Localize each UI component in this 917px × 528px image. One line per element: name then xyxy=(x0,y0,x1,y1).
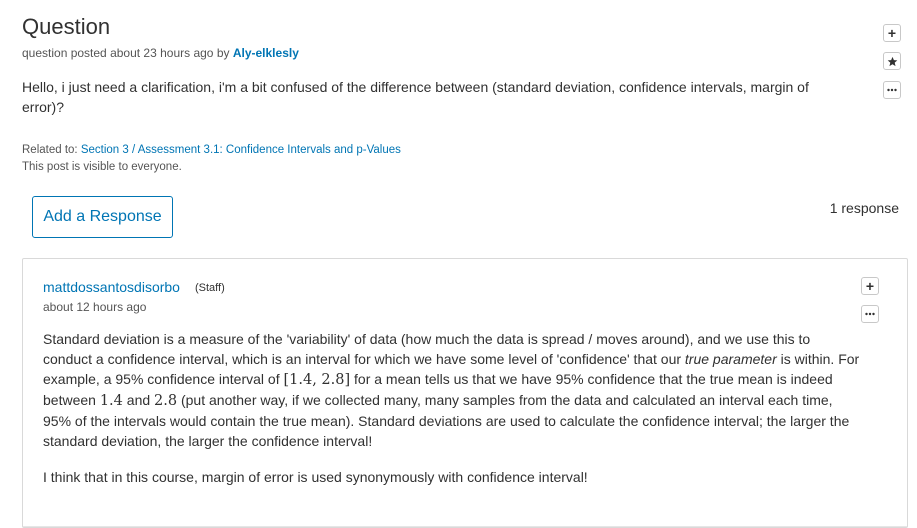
more-icon xyxy=(887,88,897,92)
plus-icon: + xyxy=(887,25,897,41)
favorite-star-button[interactable] xyxy=(883,52,901,70)
more-icon xyxy=(865,312,875,316)
response-more-button[interactable] xyxy=(861,305,879,323)
response-author-role: (Staff) xyxy=(195,282,225,294)
response-card: mattdossantosdisorbo (Staff) about 12 ho… xyxy=(22,258,908,528)
response-paragraph-1: Standard deviation is a measure of the '… xyxy=(43,331,860,449)
question-more-button[interactable] xyxy=(883,81,901,99)
star-icon xyxy=(887,56,897,66)
card-divider xyxy=(23,526,907,527)
math-lower: 1.4 xyxy=(99,393,123,409)
response-author-link[interactable]: mattdossantosdisorbo xyxy=(43,279,180,295)
response-paragraph-2: I think that in this course, margin of e… xyxy=(43,469,588,485)
visibility-note: This post is visible to everyone. xyxy=(22,161,182,173)
question-body: Hello, i just need a clarification, i'm … xyxy=(22,79,809,115)
math-upper: 2.8 xyxy=(154,393,178,409)
related-to: Related to: Section 3 / Assessment 3.1: … xyxy=(22,144,401,156)
question-author-link[interactable]: Aly-elklesly xyxy=(233,46,299,60)
response-body: Standard deviation is a measure of the '… xyxy=(43,329,863,503)
response-count: 1 response xyxy=(829,200,899,216)
related-prefix: Related to: xyxy=(22,144,81,156)
response-plus-button[interactable]: + xyxy=(861,277,879,295)
follow-plus-button[interactable]: + xyxy=(883,24,901,42)
response-timestamp: about 12 hours ago xyxy=(43,300,147,314)
math-interval: [1.4, 2.8] xyxy=(283,372,351,388)
related-section-link[interactable]: Section 3 / Assessment 3.1: Confidence I… xyxy=(81,144,401,156)
question-meta: question posted about 23 hours ago by Al… xyxy=(22,46,299,60)
add-response-button[interactable]: Add a Response xyxy=(32,196,173,238)
question-meta-text: question posted about 23 hours ago by xyxy=(22,46,233,60)
question-title: Question xyxy=(22,14,111,39)
plus-icon: + xyxy=(865,278,875,294)
